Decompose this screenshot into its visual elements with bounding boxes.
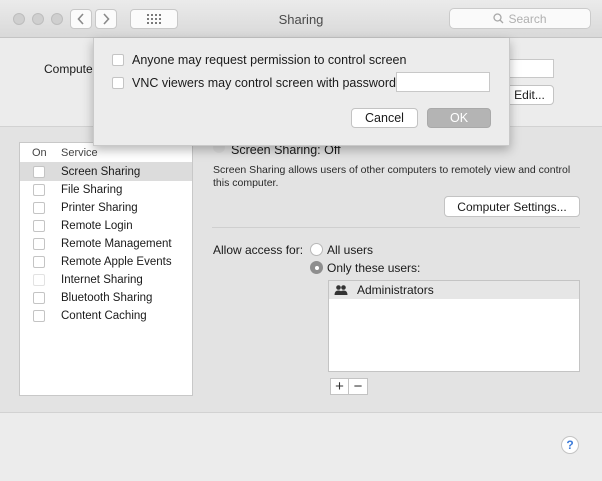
allow-access-label: Allow access for: <box>213 243 304 257</box>
add-user-button[interactable]: + <box>330 378 349 395</box>
magnifier-icon <box>493 13 504 24</box>
edit-button[interactable]: Edit... <box>505 85 554 105</box>
request-permission-label: Anyone may request permission to control… <box>132 53 407 67</box>
all-users-radio[interactable] <box>310 243 323 256</box>
service-label: Printer Sharing <box>61 202 138 214</box>
service-label: Remote Login <box>61 220 133 232</box>
only-these-users-radio[interactable] <box>310 261 323 274</box>
column-header-service: Service <box>61 146 98 159</box>
all-users-label[interactable]: All users <box>327 243 373 257</box>
service-checkbox[interactable] <box>33 184 45 196</box>
service-row-remote-login[interactable]: Remote Login <box>20 217 192 235</box>
service-row-printer-sharing[interactable]: Printer Sharing <box>20 199 192 217</box>
vnc-password-option[interactable]: VNC viewers may control screen with pass… <box>112 76 399 90</box>
service-row-remote-apple-events[interactable]: Remote Apple Events <box>20 253 192 271</box>
add-remove-controls: + − <box>330 378 368 395</box>
service-label: Internet Sharing <box>61 274 143 286</box>
only-these-users-label[interactable]: Only these users: <box>327 261 420 275</box>
search-placeholder: Search <box>508 11 547 26</box>
vnc-password-label: VNC viewers may control screen with pass… <box>132 76 400 90</box>
service-checkbox[interactable] <box>33 274 45 286</box>
request-permission-option[interactable]: Anyone may request permission to control… <box>112 53 406 67</box>
column-header-on: On <box>32 146 47 159</box>
service-row-remote-management[interactable]: Remote Management <box>20 235 192 253</box>
service-row-bluetooth-sharing[interactable]: Bluetooth Sharing <box>20 289 192 307</box>
service-checkbox[interactable] <box>33 310 45 322</box>
allowed-users-list[interactable]: Administrators <box>328 280 580 372</box>
service-label: File Sharing <box>61 184 123 196</box>
service-description: Screen Sharing allows users of other com… <box>213 164 571 189</box>
services-list: On Service Screen Sharing File Sharing P… <box>19 142 193 396</box>
request-permission-checkbox[interactable] <box>112 54 124 66</box>
service-checkbox[interactable] <box>33 256 45 268</box>
help-button[interactable]: ? <box>561 436 579 454</box>
service-checkbox[interactable] <box>33 202 45 214</box>
service-row-screen-sharing[interactable]: Screen Sharing <box>20 163 192 181</box>
service-label: Remote Apple Events <box>61 256 172 268</box>
cancel-button[interactable]: Cancel <box>351 108 418 128</box>
service-label: Bluetooth Sharing <box>61 292 153 304</box>
service-checkbox[interactable] <box>33 292 45 304</box>
user-name: Administrators <box>357 283 434 297</box>
vnc-password-checkbox[interactable] <box>112 77 124 89</box>
vnc-password-field[interactable] <box>396 72 490 92</box>
title-bar: Sharing Search <box>0 0 602 38</box>
computer-name-label: Compute <box>44 62 93 76</box>
service-checkbox[interactable] <box>33 220 45 232</box>
screen-sharing-options-sheet: Anyone may request permission to control… <box>93 38 510 146</box>
service-checkbox[interactable] <box>33 238 45 250</box>
services-list-header: On Service <box>20 143 192 163</box>
list-item[interactable]: Administrators <box>329 281 579 299</box>
divider <box>212 227 580 228</box>
ok-button[interactable]: OK <box>427 108 491 128</box>
sharing-window: Sharing Search Compute Edit... On Servic… <box>0 0 602 481</box>
service-row-content-caching[interactable]: Content Caching <box>20 307 192 325</box>
computer-settings-button[interactable]: Computer Settings... <box>444 196 580 217</box>
search-input[interactable]: Search <box>449 8 591 29</box>
service-row-internet-sharing[interactable]: Internet Sharing <box>20 271 192 289</box>
service-checkbox[interactable] <box>33 166 45 178</box>
remove-user-button[interactable]: − <box>349 378 368 395</box>
group-icon <box>334 285 348 295</box>
service-row-file-sharing[interactable]: File Sharing <box>20 181 192 199</box>
service-label: Screen Sharing <box>61 166 141 178</box>
service-label: Remote Management <box>61 238 172 250</box>
service-label: Content Caching <box>61 310 147 322</box>
